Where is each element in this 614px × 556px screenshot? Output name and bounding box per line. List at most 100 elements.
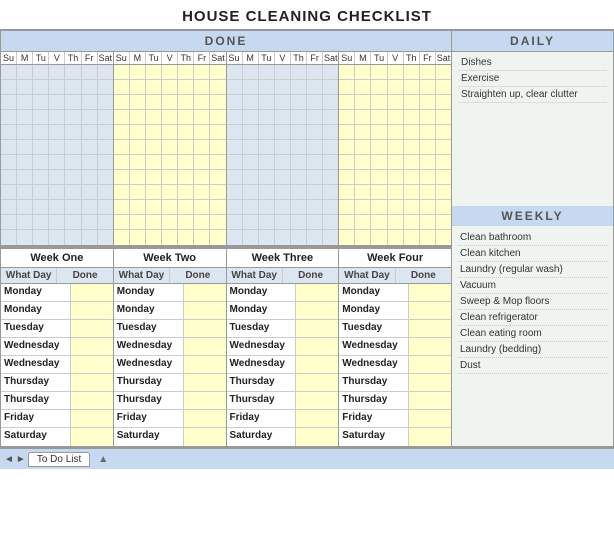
schedule-row: Thursday <box>1 392 113 410</box>
done-cell[interactable] <box>409 374 451 391</box>
done-cell[interactable] <box>296 284 338 301</box>
week2-day-headers: Su M Tu V Th Fr Sat <box>114 52 227 64</box>
schedule-row: Thursday <box>1 374 113 392</box>
done-cell[interactable] <box>184 356 226 373</box>
done-cell[interactable] <box>71 302 113 319</box>
nav-left-icon[interactable]: ◄ <box>4 454 14 465</box>
week2-grid <box>114 65 227 245</box>
grid-row <box>1 65 113 80</box>
day-cell: Tuesday <box>339 320 409 337</box>
grid-row <box>1 170 113 185</box>
schedule-row: Wednesday <box>1 338 113 356</box>
nav-right-icon[interactable]: ► <box>16 454 26 465</box>
week1-day-headers: Su M Tu V Th Fr Sat <box>1 52 114 64</box>
done-cell[interactable] <box>296 428 338 446</box>
done-cell[interactable] <box>184 338 226 355</box>
schedule-row: Monday <box>114 284 226 302</box>
schedule-row: Thursday <box>339 374 451 392</box>
week1-grid <box>1 65 114 245</box>
schedule-row: Friday <box>114 410 226 428</box>
done-cell[interactable] <box>409 284 451 301</box>
done-grid <box>1 65 451 247</box>
done-cell[interactable] <box>71 392 113 409</box>
done-cell[interactable] <box>184 410 226 427</box>
done-cell[interactable] <box>409 410 451 427</box>
done-cell[interactable] <box>71 356 113 373</box>
done-cell[interactable] <box>409 338 451 355</box>
day-cell: Wednesday <box>114 338 184 355</box>
grid-row <box>1 215 113 230</box>
todo-list-tab[interactable]: To Do List <box>28 452 90 467</box>
done-cell[interactable] <box>409 428 451 446</box>
done-cell[interactable] <box>71 428 113 446</box>
done-cell[interactable] <box>184 302 226 319</box>
day-cell: Monday <box>1 284 71 301</box>
day-cell: Friday <box>1 410 71 427</box>
done-cell[interactable] <box>184 392 226 409</box>
grid-row <box>114 230 226 245</box>
done-cell[interactable] <box>296 374 338 391</box>
grid-row <box>1 125 113 140</box>
schedule-row: Thursday <box>114 392 226 410</box>
done-cell[interactable] <box>409 356 451 373</box>
done-cell[interactable] <box>296 392 338 409</box>
day-cell: Wednesday <box>339 338 409 355</box>
w2-v: V <box>162 52 178 64</box>
done-cell[interactable] <box>409 392 451 409</box>
w3-th: Th <box>291 52 307 64</box>
done-cell[interactable] <box>71 284 113 301</box>
schedule-week3: What Day Done Monday Monday Tuesday Wedn… <box>227 268 340 446</box>
schedule-row: Wednesday <box>339 356 451 374</box>
day-cell: Thursday <box>227 374 297 391</box>
grid-row <box>227 155 339 170</box>
grid-row <box>227 125 339 140</box>
grid-row <box>339 65 451 80</box>
day-cell: Thursday <box>114 392 184 409</box>
w4-sat: Sat <box>436 52 451 64</box>
done-cell[interactable] <box>409 302 451 319</box>
grid-row <box>227 95 339 110</box>
grid-row <box>1 200 113 215</box>
done-cell[interactable] <box>184 284 226 301</box>
done-cell[interactable] <box>71 320 113 337</box>
w1-m: M <box>17 52 33 64</box>
day-cell: Thursday <box>227 392 297 409</box>
day-cell: Tuesday <box>114 320 184 337</box>
grid-row <box>339 215 451 230</box>
grid-row <box>339 110 451 125</box>
day-cell: Thursday <box>339 392 409 409</box>
schedule-row: Monday <box>1 302 113 320</box>
w2-fr: Fr <box>194 52 210 64</box>
done-cell[interactable] <box>296 410 338 427</box>
w1-th: Th <box>65 52 81 64</box>
schedule-row: Thursday <box>339 392 451 410</box>
done-cell[interactable] <box>71 338 113 355</box>
done-cell[interactable] <box>184 320 226 337</box>
schedule-row: Thursday <box>114 374 226 392</box>
week-one-label: Week One <box>1 249 114 267</box>
done-cell[interactable] <box>71 374 113 391</box>
done-cell[interactable] <box>296 302 338 319</box>
done-cell[interactable] <box>184 428 226 446</box>
day-cell: Friday <box>114 410 184 427</box>
schedule-header-week1: What Day Done <box>1 268 113 284</box>
sheet-tab-icon: ▲ <box>98 454 108 465</box>
week-two-label: Week Two <box>114 249 227 267</box>
day-cell: Saturday <box>114 428 184 446</box>
done-header-w4: Done <box>396 268 451 283</box>
done-cell[interactable] <box>296 338 338 355</box>
done-cell[interactable] <box>184 374 226 391</box>
done-cell[interactable] <box>296 356 338 373</box>
w4-fr: Fr <box>420 52 436 64</box>
day-cell: Saturday <box>227 428 297 446</box>
done-cell[interactable] <box>409 320 451 337</box>
what-day-header-w2: What Day <box>114 268 170 283</box>
done-cell[interactable] <box>71 410 113 427</box>
day-cell: Thursday <box>1 392 71 409</box>
done-cell[interactable] <box>296 320 338 337</box>
grid-row <box>339 170 451 185</box>
grid-row <box>114 170 226 185</box>
what-day-header-w3: What Day <box>227 268 283 283</box>
daily-item-straighten: Straighten up, clear clutter <box>458 87 607 103</box>
grid-row <box>339 80 451 95</box>
